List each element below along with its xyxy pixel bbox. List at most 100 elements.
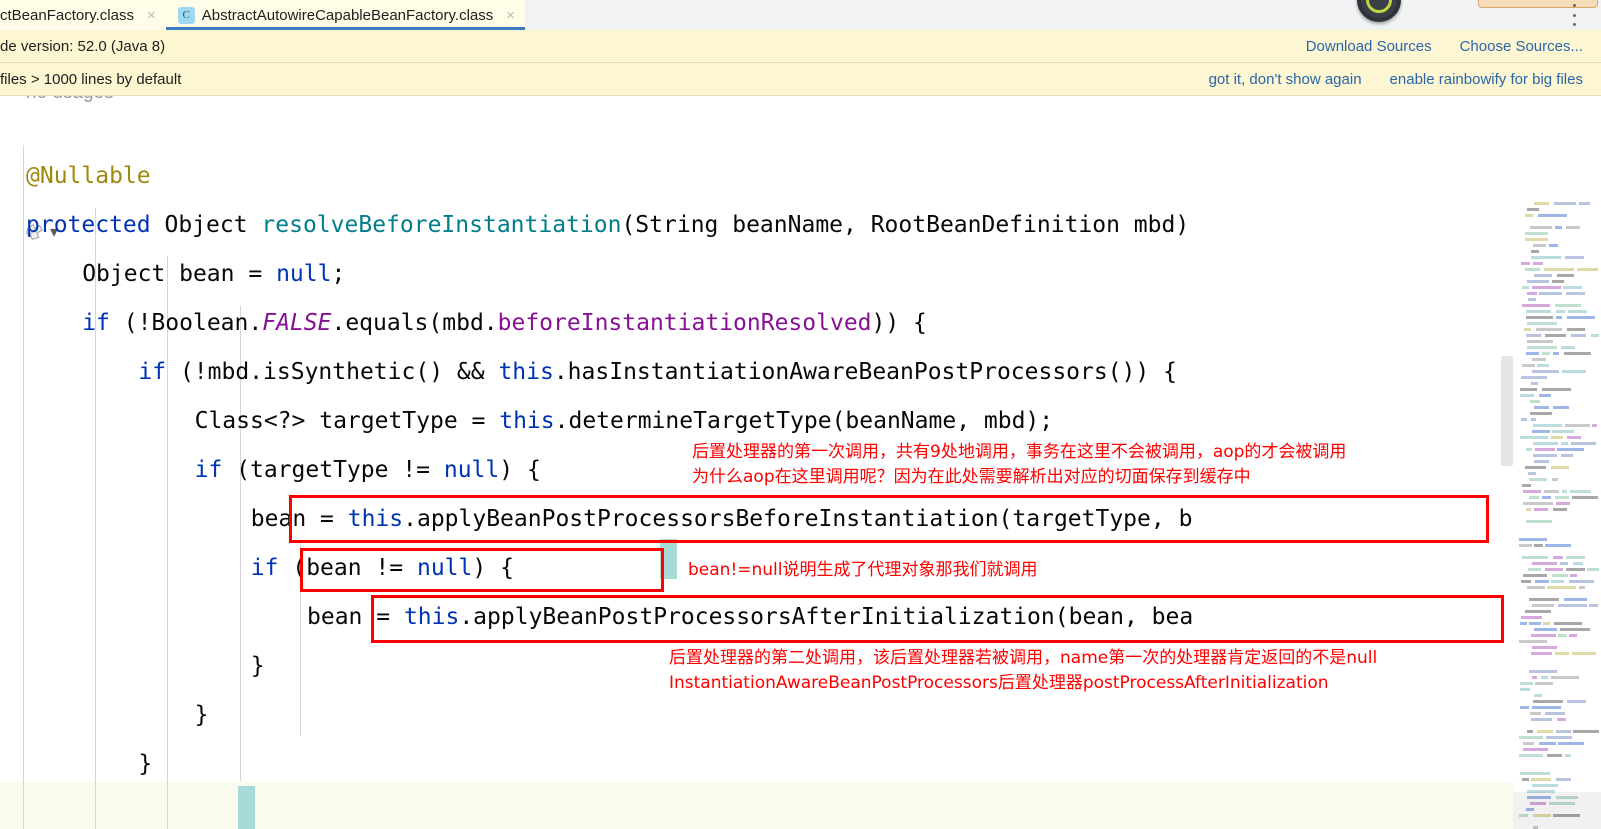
code-token: protected — [26, 212, 165, 238]
code-token: (!Boolean. — [109, 310, 263, 336]
minimap-line — [1527, 586, 1545, 589]
minimap-line — [1553, 556, 1563, 559]
decompiled-version-banner: de version: 52.0 (Java 8) Download Sourc… — [0, 30, 1601, 63]
minimap-line — [1561, 442, 1568, 445]
minimap-line — [1523, 742, 1534, 745]
minimap-line — [1538, 214, 1567, 217]
minimap-line — [1554, 622, 1582, 625]
code-token: null — [276, 261, 332, 287]
minimap-line — [1565, 754, 1571, 757]
code-editor[interactable]: no usages ▾ @Nullableprotected Object re… — [0, 96, 1601, 829]
minimap-line — [1531, 382, 1538, 385]
minimap-line — [1577, 268, 1598, 271]
more-options-icon[interactable] — [1571, 4, 1577, 26]
minimap-line — [1520, 622, 1527, 625]
choose-sources-link[interactable]: Choose Sources... — [1460, 38, 1583, 55]
code-token: null — [443, 457, 500, 483]
code-token: if — [250, 555, 279, 581]
minimap-line — [1589, 604, 1598, 607]
minimap-line — [1533, 442, 1558, 445]
minimap-line — [1563, 286, 1582, 289]
minimap-line — [1569, 634, 1577, 637]
minimap-line — [1532, 286, 1561, 289]
minimap-line — [1531, 256, 1561, 259]
minimap-line — [1565, 424, 1590, 427]
minimap-line — [1522, 556, 1548, 559]
minimap-line — [1552, 430, 1574, 433]
got-it-dont-show-again-link[interactable]: got it, don't show again — [1209, 71, 1362, 88]
minimap-line — [1521, 262, 1530, 265]
banner-text: files > 1000 lines by default — [0, 70, 182, 88]
minimap-line — [1526, 310, 1551, 313]
minimap-line — [1572, 652, 1596, 655]
minimap-line — [1531, 418, 1536, 421]
minimap-line — [1525, 214, 1533, 217]
code-token: (!mbd.isSynthetic() && — [166, 359, 499, 385]
tab-abstract-bean-factory[interactable]: ctBeanFactory.class × — [0, 0, 166, 30]
minimap-line — [1535, 580, 1549, 583]
minimap-line — [1533, 454, 1557, 457]
code-line: if (!Boolean.FALSE.equals(mbd.beforeInst… — [0, 299, 1601, 348]
minimap-line — [1520, 682, 1533, 685]
minimap-line — [1527, 322, 1557, 325]
code-token: Object — [164, 212, 262, 238]
code-token: this — [499, 408, 555, 434]
minimap-line — [1557, 274, 1574, 277]
minimap-line — [1569, 580, 1594, 583]
code-token: null — [416, 555, 473, 581]
minimap-line — [1535, 682, 1553, 685]
minimap-line — [1526, 508, 1531, 511]
minimap-line — [1571, 442, 1596, 445]
editor-minimap[interactable] — [1513, 192, 1601, 829]
minimap-line — [1564, 352, 1591, 355]
code-token: .hasInstantiationAwareBeanPostProcessors… — [553, 359, 1177, 385]
minimap-line — [1520, 388, 1537, 391]
minimap-viewport[interactable] — [1513, 792, 1601, 829]
code-token: Object bean = — [82, 261, 277, 287]
minimap-line — [1542, 388, 1571, 391]
code-token: @Nullable — [26, 163, 151, 189]
minimap-line — [1534, 694, 1542, 697]
minimap-line — [1561, 346, 1575, 349]
minimap-line — [1534, 460, 1549, 463]
minimap-line — [1521, 580, 1531, 583]
editor-scrollbar-thumb[interactable] — [1501, 356, 1513, 466]
code-token: )) { — [871, 310, 927, 336]
code-token: } — [194, 702, 209, 728]
minimap-line — [1526, 334, 1541, 337]
minimap-line — [1530, 226, 1552, 229]
code-token: ; — [331, 261, 346, 287]
enable-rainbowify-link[interactable]: enable rainbowify for big files — [1390, 71, 1583, 88]
tab-label: AbstractAutowireCapableBeanFactory.class — [201, 6, 494, 24]
close-icon[interactable]: × — [506, 8, 515, 23]
minimap-line — [1556, 730, 1571, 733]
close-icon[interactable]: × — [147, 8, 156, 23]
minimap-line — [1555, 304, 1581, 307]
minimap-line — [1556, 502, 1570, 505]
tab-abstract-autowire-capable-bean-factory[interactable]: C AbstractAutowireCapableBeanFactory.cla… — [165, 0, 526, 30]
minimap-line — [1542, 496, 1551, 499]
minimap-line — [1527, 340, 1553, 343]
minimap-line — [1534, 508, 1548, 511]
minimap-line — [1560, 562, 1568, 565]
minimap-line — [1573, 730, 1599, 733]
minimap-line — [1520, 772, 1550, 775]
code-token: (bean != — [278, 555, 417, 581]
download-sources-link[interactable]: Download Sources — [1306, 38, 1432, 55]
minimap-line — [1525, 268, 1540, 271]
minimap-line — [1527, 346, 1557, 349]
minimap-line — [1519, 754, 1543, 757]
minimap-line — [1544, 268, 1574, 271]
minimap-line — [1532, 358, 1546, 361]
minimap-line — [1551, 580, 1564, 583]
tab-label: ctBeanFactory.class — [0, 6, 134, 24]
annotation-note-bean-not-null: bean!=null说明生成了代理对象那我们就调用 — [688, 560, 1038, 580]
minimap-line — [1532, 430, 1550, 433]
floating-tan-pill — [1478, 0, 1598, 8]
minimap-line — [1534, 202, 1549, 205]
minimap-line — [1587, 568, 1599, 571]
minimap-line — [1541, 676, 1548, 679]
minimap-line — [1558, 742, 1584, 745]
minimap-line — [1555, 226, 1562, 229]
minimap-line — [1529, 622, 1541, 625]
